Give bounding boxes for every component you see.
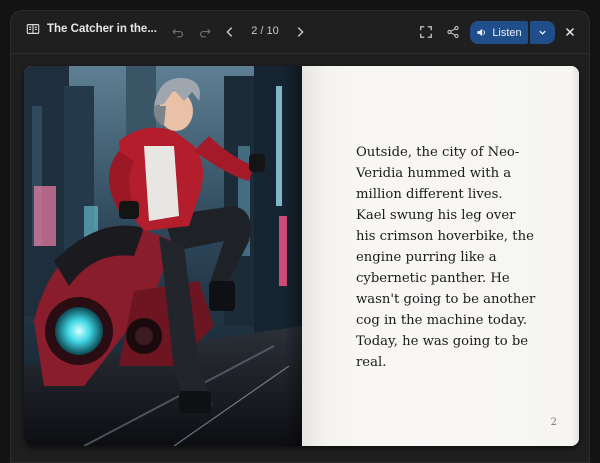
toolbar-divider [11,53,589,54]
speaker-icon [477,28,486,37]
book-title: The Catcher in the... [47,23,157,35]
reader-window: The Catcher in the... 2 / 10 Listen Outs… [10,10,590,463]
reader-toolbar: The Catcher in the... 2 / 10 Listen [11,11,589,53]
fullscreen-icon[interactable] [414,20,438,44]
illustration-page [24,66,302,446]
chevron-left-icon[interactable] [218,20,242,44]
page-indicator: 2 / 10 [251,25,279,37]
chevron-right-icon[interactable] [288,20,312,44]
undo-icon[interactable] [166,20,190,44]
text-page: Outside, the city of Neo-Veridia hummed … [302,66,579,446]
close-icon[interactable] [558,20,582,44]
story-illustration [24,66,302,446]
title-area: The Catcher in the... [25,21,157,37]
book-spread: Outside, the city of Neo-Veridia hummed … [24,66,579,446]
book-icon [25,21,41,37]
listen-button[interactable]: Listen [470,21,528,44]
chevron-down-icon [539,30,546,35]
page-number: 2 [550,417,557,428]
listen-options-button[interactable] [530,21,555,44]
story-text: Outside, the city of Neo-Veridia hummed … [356,145,536,370]
redo-icon[interactable] [193,20,217,44]
share-icon[interactable] [441,20,465,44]
listen-label: Listen [492,26,522,39]
